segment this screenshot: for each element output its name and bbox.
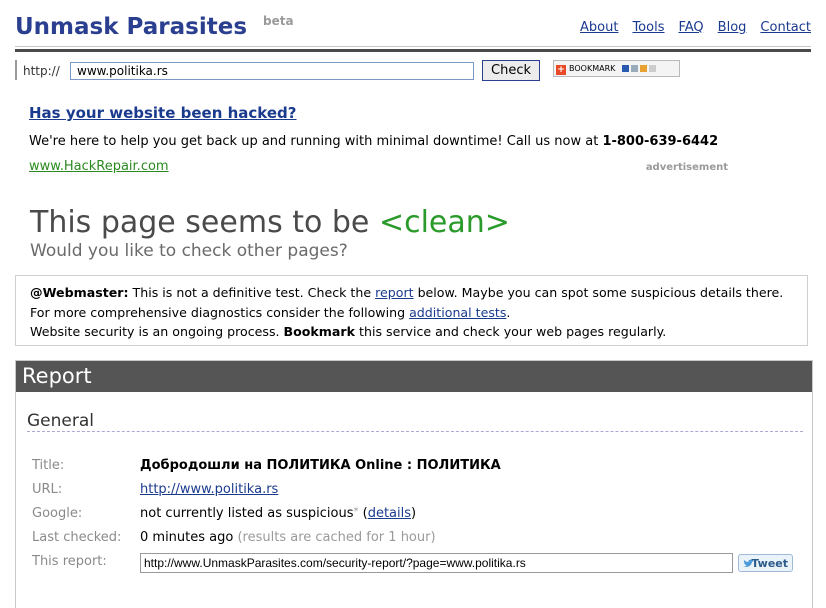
nav-contact[interactable]: Contact bbox=[760, 20, 811, 35]
url-input[interactable] bbox=[70, 62, 474, 80]
webmaster-notice: @Webmaster: This is not a definitive tes… bbox=[15, 275, 808, 346]
url-label: URL: bbox=[32, 482, 63, 497]
ad-text: We're here to help you get back up and r… bbox=[29, 134, 718, 149]
bookmark-label: BOOKMARK bbox=[569, 64, 616, 73]
more-icon bbox=[648, 65, 656, 72]
digg-icon bbox=[630, 65, 638, 72]
ad-body: We're here to help you get back up and r… bbox=[29, 134, 603, 149]
tweet-button[interactable]: Tweet bbox=[738, 554, 793, 572]
main-nav: About Tools FAQ Blog Contact bbox=[566, 20, 811, 35]
notice-text: For more comprehensive diagnostics consi… bbox=[30, 304, 410, 320]
report-link[interactable]: report bbox=[375, 285, 413, 300]
general-divider bbox=[27, 431, 803, 432]
check-button[interactable]: Check bbox=[482, 60, 540, 81]
title-value: Добродошли на ПОЛИТИКА Online : ПОЛИТИКА bbox=[140, 458, 501, 473]
paren-close: ) bbox=[411, 506, 417, 521]
status-result: <clean> bbox=[378, 205, 510, 240]
report-url-field[interactable] bbox=[140, 553, 733, 573]
delicious-icon bbox=[621, 65, 629, 72]
notice-text: this service and check your web pages re… bbox=[355, 324, 667, 339]
nav-faq[interactable]: FAQ bbox=[678, 20, 703, 35]
site-logo[interactable]: Unmask Parasites bbox=[15, 14, 247, 40]
ad-phone: 1-800-639-6442 bbox=[602, 134, 719, 149]
title-label: Title: bbox=[32, 458, 65, 473]
report-panel: Report General Title: Добродошли на ПОЛИ… bbox=[15, 360, 813, 608]
stumble-icon bbox=[639, 65, 647, 72]
details-link[interactable]: details bbox=[368, 506, 411, 521]
header-bar bbox=[15, 49, 811, 52]
google-value: not currently listed as suspicious* (det… bbox=[140, 506, 416, 521]
cache-note: (results are cached for 1 hour) bbox=[237, 530, 436, 545]
additional-tests-link[interactable]: additional tests bbox=[409, 305, 506, 320]
bookmark-button[interactable]: + BOOKMARK bbox=[553, 60, 680, 77]
ad-link[interactable]: www.HackRepair.com bbox=[29, 159, 169, 174]
twitter-bird-icon bbox=[743, 559, 754, 567]
notice-line-2: For more comprehensive diagnostics consi… bbox=[30, 303, 793, 323]
google-status: not currently listed as suspicious bbox=[140, 506, 354, 521]
notice-text: This is not a definitive test. Check the bbox=[128, 285, 376, 300]
url-value-link[interactable]: http://www.politika.rs bbox=[140, 482, 278, 497]
status-prefix: This page seems to be bbox=[30, 205, 379, 240]
notice-text: . bbox=[506, 304, 511, 320]
bookmark-emphasis: Bookmark bbox=[283, 324, 356, 339]
notice-heading: @Webmaster: bbox=[30, 285, 129, 300]
last-checked-value: 0 minutes ago (results are cached for 1 … bbox=[140, 530, 436, 545]
report-title: Report bbox=[16, 361, 812, 392]
notice-line-1: @Webmaster: This is not a definitive tes… bbox=[30, 283, 793, 303]
plus-icon: + bbox=[556, 65, 566, 75]
nav-about[interactable]: About bbox=[580, 20, 618, 35]
scan-status: This page seems to be <clean> bbox=[30, 205, 510, 240]
this-report-label: This report: bbox=[32, 554, 107, 569]
header-divider bbox=[15, 46, 811, 47]
notice-text: below. Maybe you can spot some suspiciou… bbox=[413, 285, 784, 300]
search-bar: http:// Check +BOOKMARK bbox=[15, 58, 811, 81]
general-heading: General bbox=[27, 411, 94, 431]
tweet-label: Tweet bbox=[751, 557, 788, 570]
ad-title-link[interactable]: Has your website been hacked? bbox=[29, 104, 729, 122]
status-subtitle: Would you like to check other pages? bbox=[30, 241, 348, 261]
checked-time: 0 minutes ago bbox=[140, 530, 234, 545]
paren-open: ( bbox=[358, 506, 368, 521]
notice-text: Website security is an ongoing process. bbox=[30, 324, 284, 339]
ad-label: advertisement bbox=[645, 162, 728, 173]
site-header: Unmask Parasites beta About Tools FAQ Blog C… bbox=[15, 10, 811, 44]
notice-line-3: Website security is an ongoing process. … bbox=[30, 322, 793, 342]
url-prefix: http:// bbox=[23, 64, 60, 78]
google-label: Google: bbox=[32, 506, 83, 521]
beta-badge: beta bbox=[263, 14, 294, 28]
advertisement: Has your website been hacked? We're here… bbox=[29, 104, 729, 174]
share-icons bbox=[621, 62, 658, 76]
nav-tools[interactable]: Tools bbox=[632, 20, 664, 35]
nav-blog[interactable]: Blog bbox=[718, 20, 747, 35]
last-checked-label: Last checked: bbox=[32, 530, 122, 545]
url-box: http:// bbox=[15, 60, 474, 80]
